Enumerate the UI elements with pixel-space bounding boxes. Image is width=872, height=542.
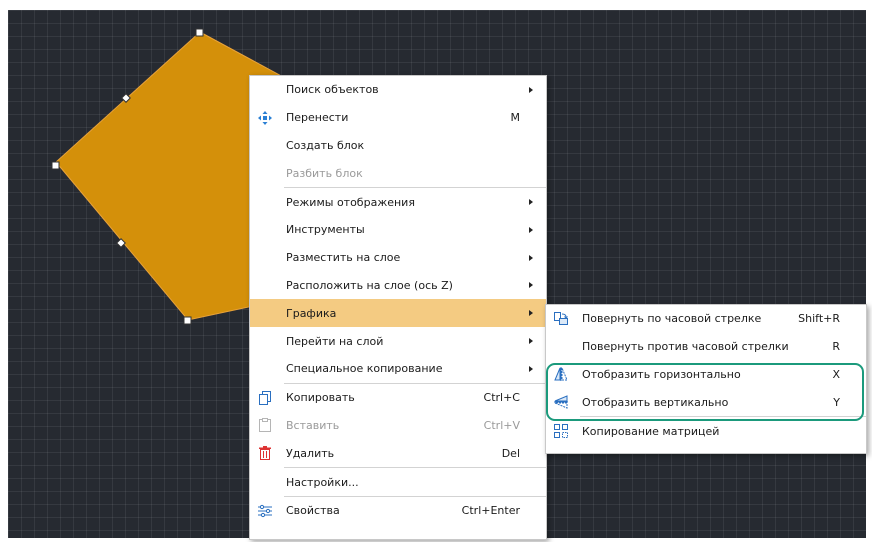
menu-item-label: Расположить на слое (ось Z) [286, 278, 453, 292]
submenu-arrow-icon [529, 282, 533, 289]
menu-item-label: Инструменты [286, 223, 365, 237]
submenu-arrow-icon [529, 86, 533, 93]
menu-item-go-to-layer[interactable]: Перейти на слой [250, 327, 546, 355]
menu-item-tools[interactable]: Инструменты [250, 216, 546, 244]
menu-item-label: Поиск объектов [286, 83, 379, 97]
menu-item-label: Создать блок [286, 138, 365, 152]
menu-item-delete[interactable]: Удалить Del [250, 439, 546, 467]
menu-item-label: Разбить блок [286, 166, 363, 180]
shortcut-text: Shift+R [798, 312, 840, 326]
menu-item-move[interactable]: Перенести M [250, 104, 546, 132]
menu-item-label: Настройки... [286, 475, 359, 489]
menu-item-label: Вставить [286, 418, 340, 432]
submenu-arrow-icon [529, 254, 533, 261]
shortcut-text: Del [501, 446, 520, 460]
submenu-item-rotate-clockwise[interactable]: Повернуть по часовой стрелке Shift+R [546, 305, 866, 333]
shortcut-text: Ctrl+V [483, 418, 520, 432]
menu-item-label: Графика [286, 306, 337, 320]
submenu-item-label: Повернуть против часовой стрелки [582, 340, 789, 354]
sliders-icon [255, 497, 275, 525]
submenu-arrow-icon [529, 365, 533, 372]
menu-item-label: Разместить на слое [286, 251, 401, 265]
menu-item-label: Копировать [286, 391, 355, 405]
menu-item-label: Перенести [286, 111, 349, 125]
menu-item-place-on-layer[interactable]: Разместить на слое [250, 244, 546, 272]
submenu-arrow-icon [529, 226, 533, 233]
submenu-item-label: Копирование матрицей [582, 424, 720, 438]
menu-item-properties[interactable]: Свойства Ctrl+Enter [250, 497, 546, 525]
submenu-arrow-icon [529, 338, 533, 345]
shortcut-text: M [510, 111, 521, 125]
selection-handle[interactable] [183, 316, 192, 325]
menu-item-label: Перейти на слой [286, 334, 384, 348]
menu-item-settings[interactable]: Настройки... [250, 468, 546, 496]
menu-item-copy[interactable]: Копировать Ctrl+C [250, 384, 546, 412]
context-menu: Поиск объектов Перенести M Создать блок … [249, 75, 547, 540]
menu-item-arrange-z[interactable]: Расположить на слое (ось Z) [250, 272, 546, 300]
paste-icon [255, 412, 275, 440]
move-icon [255, 104, 275, 132]
shortcut-text: Ctrl+C [483, 391, 520, 405]
rotate-clockwise-icon [551, 305, 571, 333]
menu-item-display-modes[interactable]: Режимы отображения [250, 188, 546, 216]
submenu-item-matrix-copy[interactable]: Копирование матрицей [546, 417, 866, 445]
submenu-item-rotate-counterclockwise[interactable]: Повернуть против часовой стрелки R [546, 333, 866, 361]
menu-item-find-objects[interactable]: Поиск объектов [250, 76, 546, 104]
submenu-item-label: Повернуть по часовой стрелке [582, 312, 762, 326]
menu-item-label: Специальное копирование [286, 362, 443, 376]
shortcut-text: Ctrl+Enter [461, 504, 520, 518]
menu-item-create-block[interactable]: Создать блок [250, 132, 546, 160]
copy-icon [255, 384, 275, 412]
menu-item-label: Режимы отображения [286, 195, 415, 209]
submenu-arrow-icon [529, 310, 533, 317]
menu-item-special-copy[interactable]: Специальное копирование [250, 355, 546, 383]
trash-icon [255, 439, 275, 467]
selection-handle[interactable] [51, 161, 60, 170]
matrix-copy-icon [551, 417, 571, 445]
menu-item-label: Удалить [286, 446, 335, 460]
shortcut-text: R [832, 340, 840, 354]
selection-handle[interactable] [195, 28, 204, 37]
menu-item-paste: Вставить Ctrl+V [250, 412, 546, 440]
submenu-arrow-icon [529, 199, 533, 206]
menu-item-explode-block: Разбить блок [250, 159, 546, 187]
annotation-highlight-box [546, 363, 864, 421]
menu-item-label: Свойства [286, 504, 340, 518]
menu-item-graphics[interactable]: Графика [250, 299, 546, 328]
